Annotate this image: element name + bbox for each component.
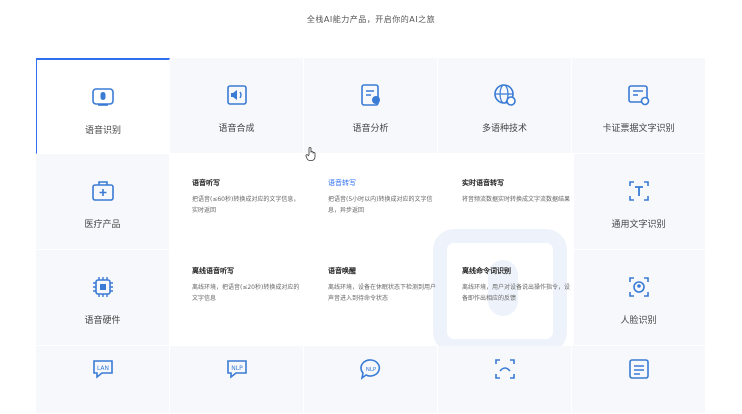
tab-face-landmark[interactable] — [438, 346, 572, 414]
card-ocr-icon — [627, 85, 649, 106]
tab-label: 语音硬件 — [84, 316, 121, 326]
product-desc: 将音频流数据实时转换成文字流数据结果 — [462, 196, 571, 203]
face-landmark-icon — [494, 359, 515, 379]
tab-hardware[interactable]: 语音硬件 — [36, 250, 170, 346]
chip-icon — [92, 277, 113, 297]
tab-speech-recognition[interactable]: 语音识别 — [36, 58, 170, 154]
product-title[interactable]: 实时语音转写 — [462, 178, 572, 188]
product-desc: 把语音(5小时以内)转换成对应的文字信息，异步返回 — [328, 196, 433, 214]
face-scan-icon — [628, 277, 649, 297]
product-item[interactable]: 实时语音转写 将音频流数据实时转换成文字流数据结果 — [462, 178, 572, 205]
tab-speech-analysis[interactable]: 语音分析 — [304, 58, 438, 154]
tab-label: 人脸识别 — [620, 316, 657, 326]
product-item[interactable]: 离线命令词识别 离线环境，用户对设备说出操作指令，设备即作出相应的反馈 — [462, 266, 572, 304]
product-item[interactable]: 语音唤醒 离线环境，设备在休眠状态下检测到用户声音进入到待命令状态 — [328, 266, 438, 304]
tab-speech-synthesis[interactable]: 语音合成 — [170, 58, 304, 154]
speech-synthesis-icon — [226, 85, 247, 105]
product-item[interactable]: 语音听写 把语音(≤60秒)转换成对应的文字信息，实时返回 — [192, 178, 302, 216]
product-title[interactable]: 离线语音听写 — [192, 266, 302, 276]
tab-nlp[interactable]: NLP — [170, 346, 304, 414]
product-grid: 语音识别 语音合成 语音分析 多语种技术 卡证票据文字识别 医疗产品 语音硬件 … — [36, 58, 706, 414]
tab-label: 医疗产品 — [84, 220, 121, 230]
nlp-badge: NLP — [231, 365, 243, 372]
medical-kit-icon — [91, 181, 114, 201]
tab-face-recognition[interactable]: 人脸识别 — [572, 250, 706, 346]
speech-analysis-icon — [360, 84, 380, 106]
text-scan-icon — [628, 181, 649, 201]
multilingual-globe-icon — [493, 84, 516, 106]
product-desc: 离线环境，设备在休眠状态下检测到用户声音进入到待命令状态 — [328, 284, 437, 302]
tab-multilingual[interactable]: 多语种技术 — [438, 58, 572, 154]
lan-icon: LAN — [92, 360, 113, 379]
product-desc: 把语音(≤60秒)转换成对应的文字信息，实时返回 — [192, 196, 300, 214]
tab-nlp-2[interactable]: NLP — [304, 346, 438, 414]
hand-cursor-icon — [305, 147, 316, 161]
tab-label: 语音识别 — [84, 126, 121, 136]
nlp-bubble-icon: NLP — [359, 359, 380, 380]
product-title[interactable]: 语音转写 — [328, 178, 438, 188]
tab-label: 语音分析 — [352, 124, 389, 134]
document-list-icon — [628, 359, 649, 379]
nlp2-badge: NLP — [365, 367, 376, 373]
tab-general-ocr[interactable]: 通用文字识别 — [572, 154, 706, 250]
product-title[interactable]: 语音听写 — [192, 178, 302, 188]
tab-document[interactable] — [572, 346, 706, 414]
tab-label: 多语种技术 — [481, 124, 527, 134]
tab-medical[interactable]: 医疗产品 — [36, 154, 170, 250]
product-desc: 离线环境，用户对设备说出操作指令，设备即作出相应的反馈 — [462, 284, 571, 302]
subtitle: 全栈AI能力产品，开启你的AI之旅 — [306, 15, 436, 24]
lan-badge: LAN — [96, 365, 108, 372]
tab-lan[interactable]: LAN — [36, 346, 170, 414]
nlp-icon: NLP — [226, 360, 247, 379]
product-item[interactable]: 语音转写 把语音(5小时以内)转换成对应的文字信息，异步返回 — [328, 178, 438, 216]
product-title[interactable]: 语音唤醒 — [328, 266, 438, 276]
product-title[interactable]: 离线命令词识别 — [462, 266, 572, 276]
speech-recognition-icon — [92, 88, 114, 106]
product-desc: 离线环境，把语音(≤20秒)转换成对应的文字信息 — [192, 284, 300, 302]
product-item[interactable]: 离线语音听写 离线环境，把语音(≤20秒)转换成对应的文字信息 — [192, 266, 302, 304]
tab-card-ocr[interactable]: 卡证票据文字识别 — [572, 58, 706, 154]
speech-recognition-panel: 语音听写 把语音(≤60秒)转换成对应的文字信息，实时返回 语音转写 把语音(5… — [170, 154, 574, 346]
tab-label: 通用文字识别 — [611, 220, 666, 230]
tab-label: 语音合成 — [218, 124, 255, 134]
tab-label: 卡证票据文字识别 — [602, 124, 675, 134]
